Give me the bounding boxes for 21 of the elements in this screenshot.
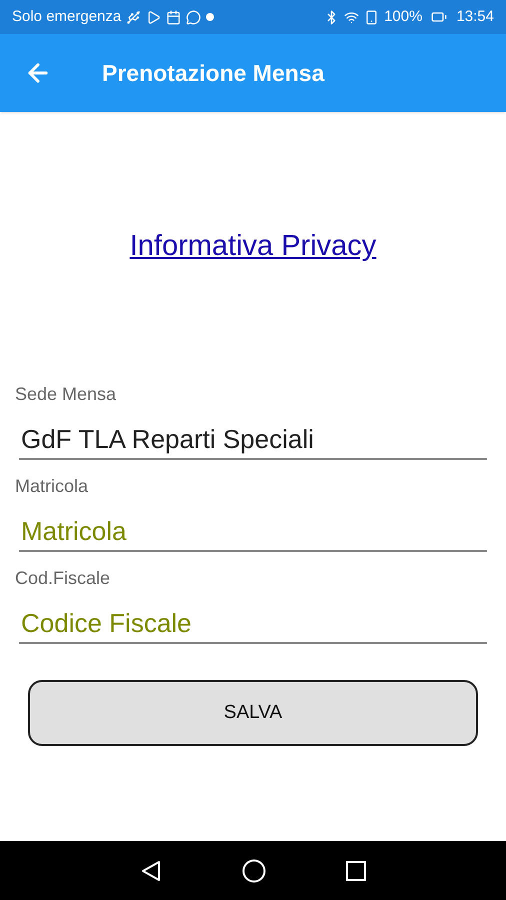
phone-icon: [364, 10, 380, 24]
field-label: Sede Mensa: [15, 383, 118, 406]
play-icon: [146, 10, 162, 24]
input-field[interactable]: Matricola: [19, 512, 487, 552]
chat-icon: [186, 10, 202, 24]
field-label: Cod.Fiscale: [15, 567, 112, 590]
app-bar-title: Prenotazione Mensa: [102, 58, 324, 88]
back-icon[interactable]: [140, 860, 162, 882]
recents-icon[interactable]: [346, 860, 366, 880]
input-field[interactable]: GdF TLA Reparti Speciali: [19, 420, 487, 460]
home-icon[interactable]: [242, 858, 266, 882]
privacy-link[interactable]: Informativa Privacy: [130, 225, 376, 269]
clock-text: 13:54: [456, 6, 494, 27]
save-button[interactable]: SALVA: [28, 680, 478, 746]
usb-icon: [126, 10, 142, 24]
battery-percent: 100%: [384, 6, 422, 27]
carrier-text: Solo emergenza: [12, 6, 122, 27]
field-label: Matricola: [15, 475, 90, 498]
wifi-icon: [344, 10, 360, 24]
input-field[interactable]: Codice Fiscale: [19, 604, 487, 644]
calendar-icon: [166, 10, 182, 24]
